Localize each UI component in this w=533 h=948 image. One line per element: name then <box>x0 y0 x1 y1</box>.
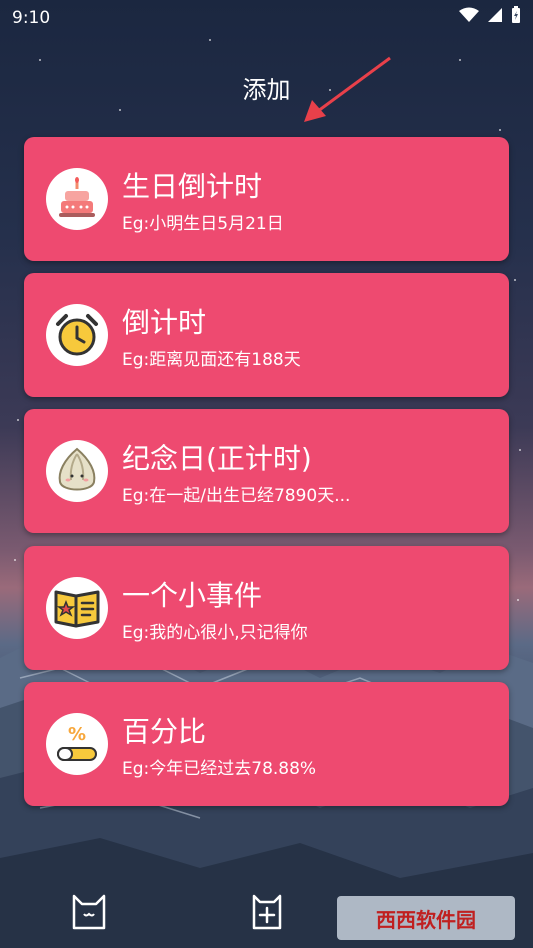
card-small-event[interactable]: 一个小事件 Eg:我的心很小,只记得你 <box>24 546 509 670</box>
card-title: 倒计时 <box>122 306 207 339</box>
card-title: 纪念日(正计时) <box>122 442 312 475</box>
card-title: 百分比 <box>122 715 207 748</box>
alarm-clock-icon <box>46 304 108 366</box>
cat-home-icon[interactable] <box>70 890 108 930</box>
signal-icon <box>488 8 502 22</box>
annotation-arrow <box>304 56 391 122</box>
card-subtitle: Eg:距离见面还有188天 <box>122 350 301 370</box>
status-time: 9:10 <box>12 8 51 28</box>
battery-icon <box>512 6 520 23</box>
svg-text:%: % <box>68 724 86 745</box>
card-subtitle: Eg:今年已经过去78.88% <box>122 759 317 779</box>
card-percentage[interactable]: % 百分比 Eg:今年已经过去78.88% <box>24 682 509 806</box>
card-subtitle: Eg:我的心很小,只记得你 <box>122 623 308 643</box>
birthday-cake-icon <box>46 168 108 230</box>
page-title: 添加 <box>242 76 291 104</box>
card-anniversary[interactable]: 纪念日(正计时) Eg:在一起/出生已经7890天... <box>24 409 509 533</box>
card-countdown[interactable]: 倒计时 Eg:距离见面还有188天 <box>24 273 509 397</box>
status-bar: 9:10 <box>0 0 533 36</box>
card-birthday-countdown[interactable]: 生日倒计时 Eg:小明生日5月21日 <box>24 137 509 261</box>
star-note-icon <box>46 577 108 639</box>
card-subtitle: Eg:在一起/出生已经7890天... <box>122 486 351 506</box>
wifi-icon <box>459 7 479 22</box>
add-tab-icon[interactable] <box>250 890 284 930</box>
card-subtitle: Eg:小明生日5月21日 <box>122 214 284 234</box>
seed-icon <box>46 440 108 502</box>
watermark-logo: 西西软件园 <box>337 896 515 940</box>
card-title: 一个小事件 <box>122 579 263 612</box>
status-icons <box>459 6 521 24</box>
percent-icon: % <box>46 713 108 775</box>
card-title: 生日倒计时 <box>122 170 263 203</box>
